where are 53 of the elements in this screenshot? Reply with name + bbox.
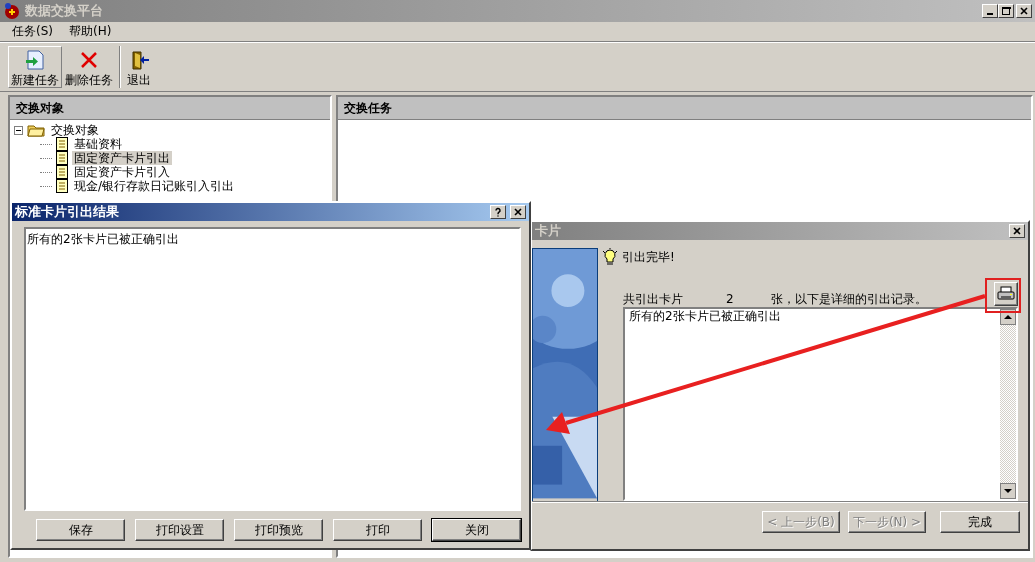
dialog-title: 卡片 xyxy=(535,223,561,239)
dialog-title: 标准卡片引出结果 xyxy=(15,204,119,220)
toolbar-button[interactable]: 退出 xyxy=(124,46,154,88)
status-message: 引出完毕! xyxy=(622,249,675,265)
dialog-button[interactable]: 打印设置 xyxy=(135,519,224,541)
window-title: 数据交换平台 xyxy=(25,3,104,19)
scroll-down-icon[interactable] xyxy=(1000,483,1016,499)
close-button[interactable] xyxy=(510,205,526,219)
document-icon xyxy=(56,179,68,193)
print-button[interactable] xyxy=(994,282,1018,306)
dialog-button[interactable]: 打印 xyxy=(333,519,422,541)
maximize-icon xyxy=(1001,6,1011,16)
close-icon xyxy=(513,207,523,217)
close-icon xyxy=(1012,226,1022,236)
help-icon xyxy=(493,207,503,217)
minimize-icon xyxy=(987,13,993,15)
document-icon xyxy=(56,165,68,179)
maximize-button[interactable] xyxy=(998,4,1014,18)
toolbar-button[interactable]: 新建任务 xyxy=(8,46,62,88)
highlight-frame xyxy=(985,278,1021,313)
collapse-icon[interactable] xyxy=(14,125,23,135)
result-text: 所有的2张卡片已被正确引出 xyxy=(27,232,180,247)
toolbar-button[interactable]: 删除任务 xyxy=(62,46,116,88)
tree-item[interactable]: 固定资产卡片引出 xyxy=(72,150,172,166)
count-value: 2 xyxy=(726,291,735,306)
document-icon xyxy=(56,137,68,151)
pane-header: 交换对象 xyxy=(10,97,330,120)
help-button[interactable] xyxy=(490,205,506,219)
lightbulb-icon xyxy=(602,248,618,266)
tree-item[interactable]: 现金/银行存款日记账引入引出 xyxy=(72,178,237,194)
menu-item[interactable]: 帮助(H) xyxy=(61,22,120,41)
dialog-button[interactable]: 关闭 xyxy=(432,519,521,541)
count-description: 张，以下是详细的引出记录。 xyxy=(771,291,928,306)
folder-icon xyxy=(27,123,45,137)
app-icon xyxy=(3,2,21,20)
close-icon xyxy=(1019,6,1029,16)
dialog-button[interactable]: 打印预览 xyxy=(234,519,323,541)
pane-header: 交换任务 xyxy=(338,97,1031,120)
new-document-icon xyxy=(24,49,46,71)
scrollbar[interactable] xyxy=(1000,309,1016,499)
close-button[interactable] xyxy=(1016,4,1032,18)
close-button[interactable] xyxy=(1009,224,1025,238)
tree-item[interactable]: 固定资产卡片引入 xyxy=(72,164,172,180)
menu-item[interactable]: 任务(S) xyxy=(4,22,61,41)
document-icon xyxy=(56,151,68,165)
printer-icon xyxy=(997,286,1015,302)
tree-item[interactable]: 基础资料 xyxy=(72,136,124,152)
dialog-button[interactable]: 保存 xyxy=(36,519,125,541)
log-text: 所有的2张卡片已被正确引出 xyxy=(629,309,781,323)
minimize-button[interactable] xyxy=(982,4,998,18)
count-label: 共引出卡片 xyxy=(623,291,684,306)
wizard-button[interactable]: 完成 xyxy=(940,511,1020,533)
tree-item[interactable]: 交换对象 xyxy=(49,122,101,138)
